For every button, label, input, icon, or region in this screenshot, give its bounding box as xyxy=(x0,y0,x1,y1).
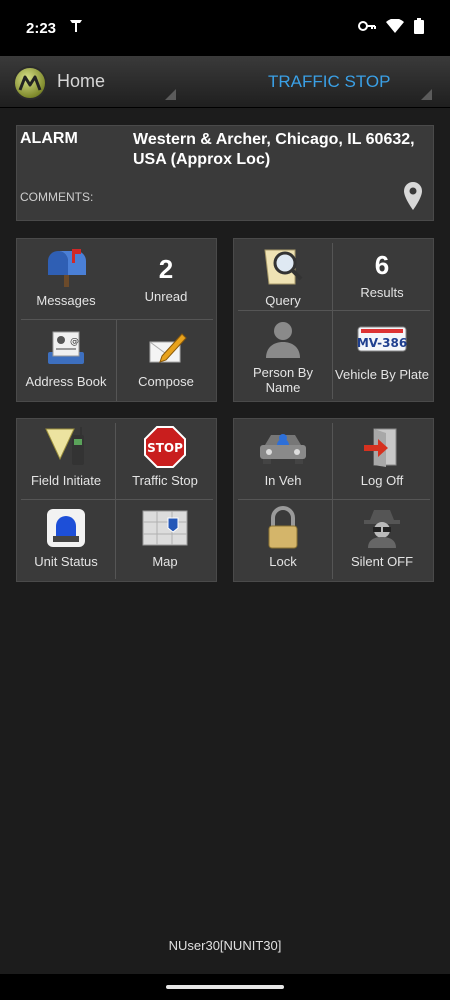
unread-count: 2 xyxy=(158,254,174,284)
query-panel: Query 6 Results Person By Name MV-386 Ve… xyxy=(233,238,434,402)
address-book-icon: @ xyxy=(44,326,88,370)
messages-panel: Messages 2 Unread @ Address Book Compose xyxy=(16,238,217,402)
motorola-logo-icon[interactable] xyxy=(13,66,47,100)
person-silhouette-icon xyxy=(262,317,304,361)
traffic-stop-tile[interactable]: STOP Traffic Stop xyxy=(116,419,214,499)
logged-in-user: NUser30[NUNIT30] xyxy=(168,938,282,953)
mailbox-icon xyxy=(42,245,90,289)
query-tile[interactable]: Query xyxy=(234,239,332,311)
home-dropdown-indicator-icon[interactable] xyxy=(165,89,176,100)
in-veh-label: In Veh xyxy=(264,473,302,488)
log-off-door-icon xyxy=(362,425,402,469)
system-nav-bar xyxy=(0,974,450,1000)
map-label: Map xyxy=(152,554,178,569)
results-tile[interactable]: 6 Results xyxy=(333,239,431,311)
vehicle-panel: In Veh Log Off Lock Silent OFF xyxy=(233,418,434,582)
status-time: 2:23 xyxy=(26,19,57,37)
address-book-tile[interactable]: @ Address Book xyxy=(17,320,115,400)
traffic-stop-label: Traffic Stop xyxy=(132,473,198,488)
in-veh-tile[interactable]: In Veh xyxy=(234,419,332,499)
map-tile[interactable]: Map xyxy=(116,500,214,580)
license-plate-icon: MV-386 xyxy=(357,317,407,361)
person-by-name-label: Person By Name xyxy=(253,365,313,395)
field-initiate-label: Field Initiate xyxy=(30,473,102,488)
query-label: Query xyxy=(265,293,301,308)
svg-text:@: @ xyxy=(70,337,79,347)
siren-light-icon xyxy=(46,506,86,550)
actions-panel: Field Initiate STOP Traffic Stop Unit St… xyxy=(16,418,217,582)
silent-off-tile[interactable]: Silent OFF xyxy=(333,500,431,580)
compose-label: Compose xyxy=(138,374,194,389)
wifi-icon xyxy=(386,17,404,38)
police-car-icon xyxy=(257,425,309,469)
spy-incognito-icon xyxy=(360,506,404,550)
compose-icon xyxy=(144,326,188,370)
compose-tile[interactable]: Compose xyxy=(117,320,215,400)
messages-label: Messages xyxy=(36,293,96,308)
traffic-stop-mode[interactable]: TRAFFIC STOP xyxy=(268,72,390,92)
vehicle-by-plate-label: Vehicle By Plate xyxy=(335,367,429,382)
alarm-address: Western & Archer, Chicago, IL 60632, USA… xyxy=(133,131,415,168)
address-book-label: Address Book xyxy=(25,374,107,389)
location-pin-icon[interactable] xyxy=(403,182,423,215)
person-by-name-tile[interactable]: Person By Name xyxy=(234,311,332,401)
query-magnifier-icon xyxy=(261,245,305,289)
unit-status-label: Unit Status xyxy=(34,554,98,569)
battery-icon xyxy=(414,17,424,39)
mode-dropdown-indicator-icon[interactable] xyxy=(421,89,432,100)
alarm-panel[interactable]: ALARM Western & Archer, Chicago, IL 6063… xyxy=(16,125,434,221)
notification-icon xyxy=(68,18,84,39)
comments-label: COMMENTS: xyxy=(20,190,94,204)
log-off-label: Log Off xyxy=(360,473,404,488)
alarm-type: ALARM xyxy=(20,130,78,147)
log-off-tile[interactable]: Log Off xyxy=(333,419,431,499)
unread-tile[interactable]: 2 Unread xyxy=(117,239,215,319)
vpn-key-icon xyxy=(358,19,376,37)
results-label: Results xyxy=(360,285,404,300)
unit-status-tile[interactable]: Unit Status xyxy=(17,500,115,580)
lock-tile[interactable]: Lock xyxy=(234,500,332,580)
unread-label: Unread xyxy=(144,289,188,304)
results-count: 6 xyxy=(374,250,390,280)
app-header: Home TRAFFIC STOP xyxy=(0,56,450,108)
plate-text: MV-386 xyxy=(357,336,407,350)
map-icon xyxy=(142,506,188,550)
status-bar: 2:23 xyxy=(0,0,450,56)
vehicle-by-plate-tile[interactable]: MV-386 Vehicle By Plate xyxy=(333,311,431,401)
lock-label: Lock xyxy=(269,554,297,569)
padlock-icon xyxy=(266,506,300,550)
silent-off-label: Silent OFF xyxy=(350,554,414,569)
stop-sign-icon: STOP xyxy=(144,425,186,469)
home-title[interactable]: Home xyxy=(57,71,105,92)
field-initiate-icon xyxy=(42,425,90,469)
stop-sign-text: STOP xyxy=(147,441,183,455)
messages-tile[interactable]: Messages xyxy=(17,239,115,319)
field-initiate-tile[interactable]: Field Initiate xyxy=(17,419,115,499)
home-indicator[interactable] xyxy=(166,985,284,989)
